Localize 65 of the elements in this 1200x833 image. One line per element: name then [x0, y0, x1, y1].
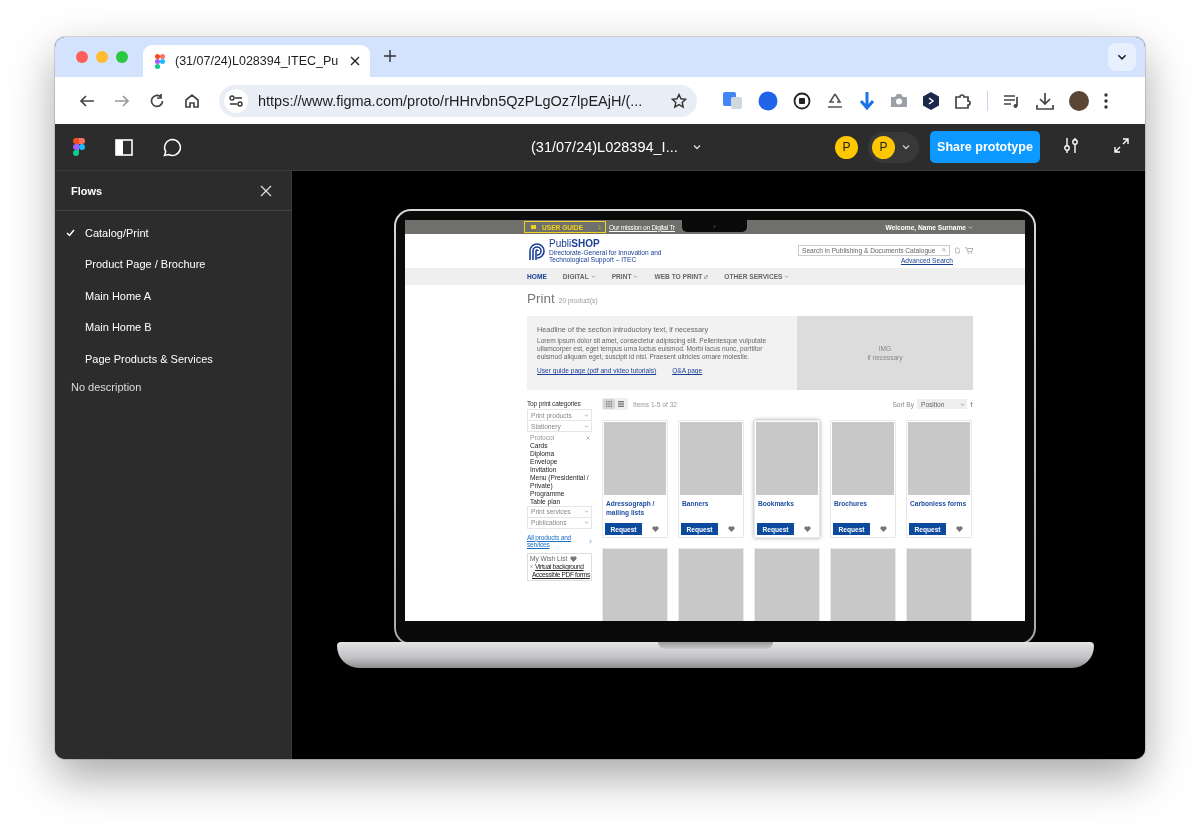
heart-icon[interactable] [570, 555, 578, 562]
sort-direction-icon[interactable] [970, 401, 973, 407]
chevron-icon [633, 274, 639, 279]
heart-icon[interactable] [652, 526, 659, 532]
address-bar[interactable]: https://www.figma.com/proto/rHHrvbn5QzPLgOz7lpEAjH/(... [219, 84, 697, 117]
star-icon[interactable] [671, 92, 687, 109]
comment-icon[interactable] [163, 137, 182, 157]
site-settings-icon[interactable] [229, 94, 243, 107]
view-toggle[interactable] [615, 399, 627, 409]
heart-icon[interactable] [956, 526, 963, 532]
puzzle-icon[interactable] [954, 91, 972, 110]
chevron-icon [784, 274, 790, 279]
chevron-icon [960, 401, 965, 407]
flow-item[interactable]: Catalog/Print [85, 226, 149, 239]
chevron-right-icon [589, 538, 592, 544]
heart-icon[interactable] [880, 526, 887, 532]
url-text: https://www.figma.com/proto/rHHrvbn5QzPLgOz7lpEAjH/(... [258, 92, 644, 109]
view-toggle[interactable] [603, 399, 615, 409]
chevron-icon [968, 224, 973, 230]
menu-icon[interactable] [1104, 92, 1108, 109]
logo-text[interactable]: PubliSHOP [549, 238, 667, 249]
list-view-icon [618, 401, 624, 407]
settings-icon[interactable] [1064, 136, 1078, 154]
tab-title: (31/07/24)L028394_ITEC_Pu [175, 54, 340, 68]
sidebar-toggle-icon[interactable] [115, 138, 133, 156]
forward-arrow-icon[interactable] [113, 92, 130, 109]
user-avatar[interactable]: P [835, 135, 858, 159]
download-arrow-icon[interactable] [859, 90, 875, 111]
heart-icon[interactable] [728, 526, 735, 532]
grid-view-icon [606, 401, 612, 407]
close-icon[interactable] [350, 56, 360, 66]
chevron-icon [590, 274, 596, 279]
file-title-menu[interactable]: (31/07/24)L028394_I... [531, 139, 702, 155]
playlist-icon[interactable] [1003, 92, 1021, 109]
chevron-icon [901, 142, 911, 152]
chevron-right-icon [598, 224, 601, 230]
remove-icon[interactable] [530, 565, 533, 569]
page-title: Print [527, 291, 555, 306]
flow-item[interactable]: Product Page / Brochure [85, 258, 206, 271]
browser-tab[interactable]: (31/07/24)L028394_ITEC_Pu [143, 45, 370, 77]
tab-search-button[interactable] [1108, 43, 1136, 71]
profile-avatar[interactable] [1069, 90, 1089, 111]
reload-icon[interactable] [148, 92, 165, 109]
flow-item[interactable]: Main Home B [85, 321, 152, 334]
download-icon[interactable] [1036, 91, 1054, 110]
book-icon [531, 225, 536, 229]
user-menu[interactable]: P [868, 131, 919, 163]
external-link-icon [704, 274, 709, 279]
flow-item[interactable]: Page Products & Services [85, 352, 213, 365]
camera-icon[interactable] [890, 93, 908, 108]
home-icon[interactable] [183, 92, 200, 109]
panel-title: Flows [71, 184, 103, 197]
chevron-icon [691, 142, 702, 152]
figma-logo-icon[interactable] [73, 138, 85, 156]
heart-icon[interactable] [804, 526, 811, 532]
back-arrow-icon[interactable] [78, 92, 95, 109]
fullscreen-icon[interactable] [1114, 137, 1129, 153]
hexagon-icon[interactable] [923, 91, 939, 110]
figma-icon [155, 53, 165, 69]
user-avatar[interactable]: P [872, 135, 895, 159]
flow-description: No description [70, 380, 143, 393]
logo-icon[interactable] [527, 241, 547, 261]
plus-icon[interactable] [384, 50, 396, 62]
flow-item[interactable]: Main Home A [85, 289, 152, 302]
record-icon[interactable] [793, 91, 811, 110]
